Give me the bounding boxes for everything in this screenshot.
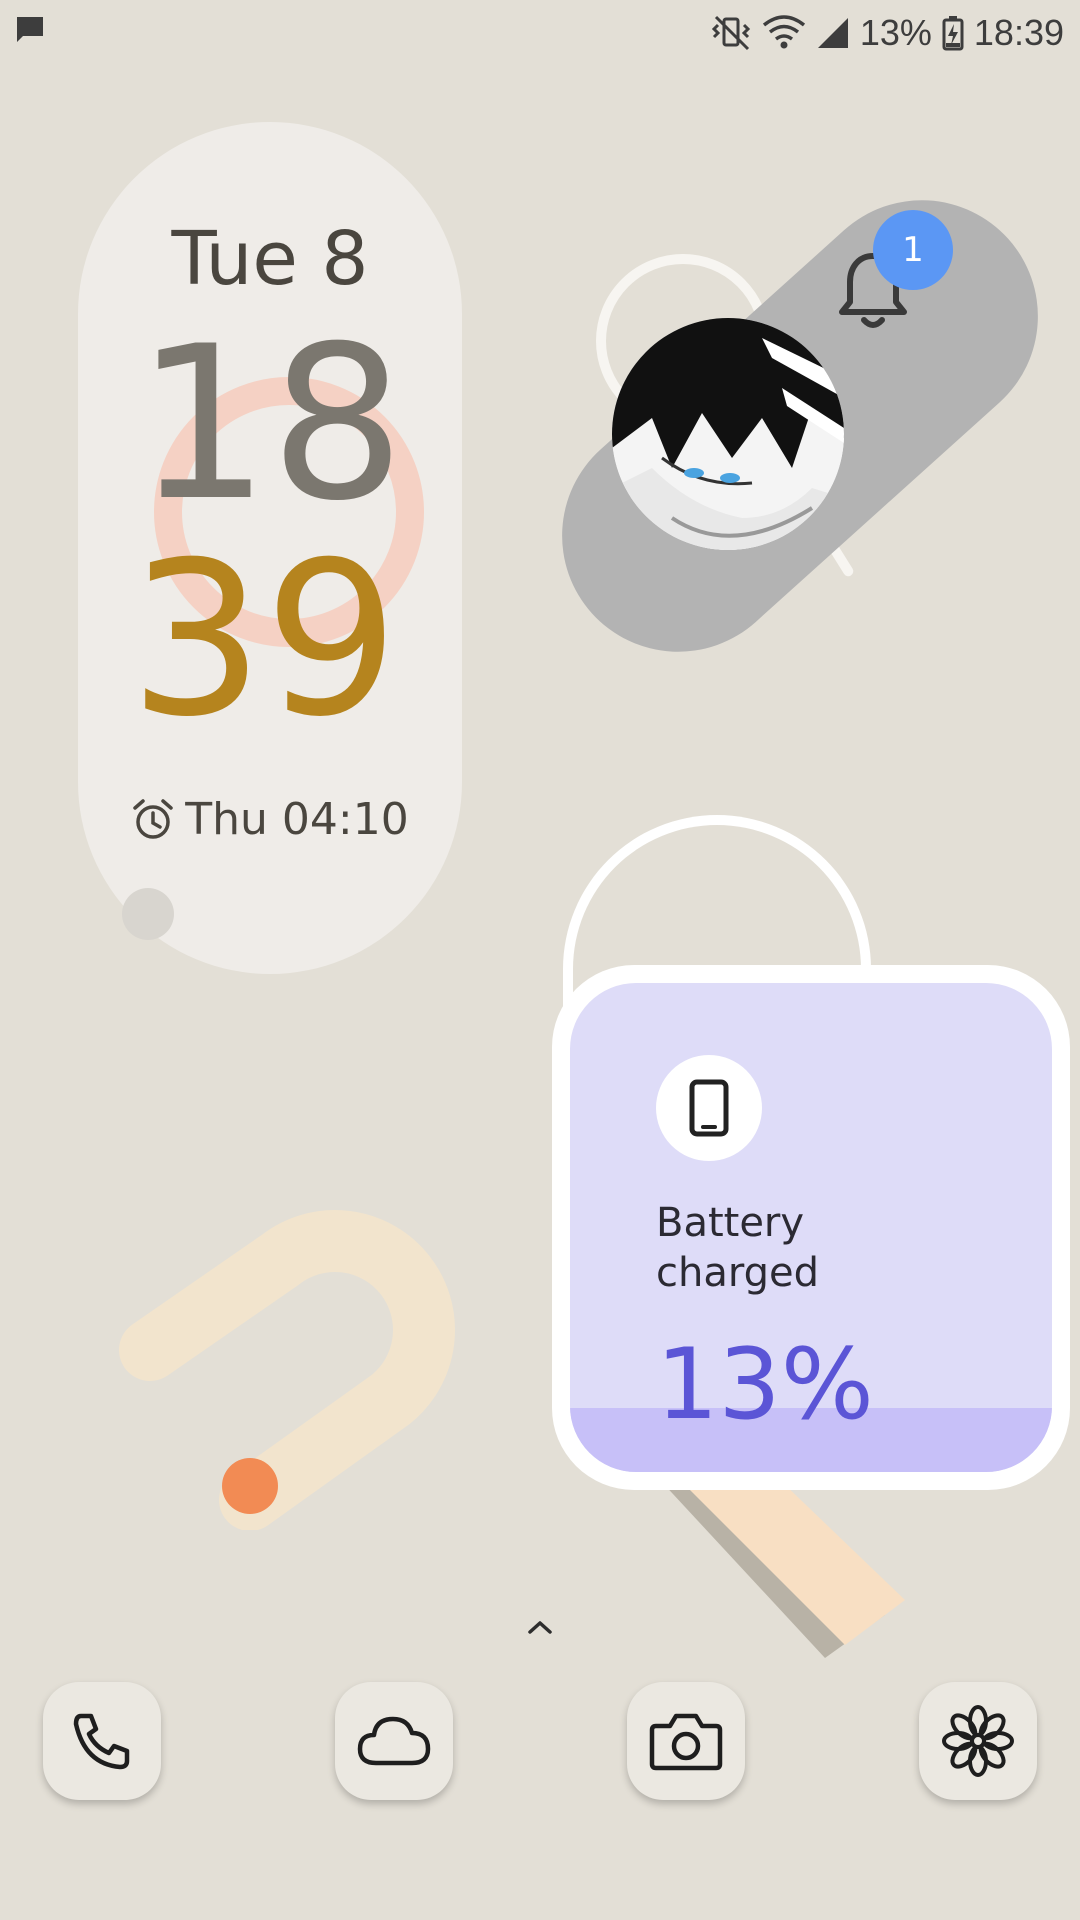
battery-status-line2: charged xyxy=(656,1250,819,1296)
alarm-time: Thu 04:10 xyxy=(185,794,409,845)
decorative-bar-shape xyxy=(660,1480,905,1658)
phone-icon xyxy=(689,1079,729,1137)
phone-handset-icon xyxy=(73,1713,130,1770)
camera-icon xyxy=(649,1713,723,1771)
clock-minute: 39 xyxy=(129,516,399,763)
next-alarm[interactable]: Thu 04:10 xyxy=(78,794,462,845)
vibrate-icon xyxy=(711,15,750,51)
dock-weather-app[interactable] xyxy=(335,1682,453,1800)
dock-flower-app[interactable] xyxy=(919,1682,1037,1800)
dock-camera-app[interactable] xyxy=(627,1682,745,1800)
wifi-icon xyxy=(762,15,805,49)
alarm-icon xyxy=(133,798,174,839)
battery-widget[interactable]: Battery charged 13% xyxy=(552,965,1070,1490)
home-screen: 13% 18:39 Tue 8 18 39 Thu 04:10 1 Batter… xyxy=(0,0,1080,1920)
battery-status-label: Battery charged xyxy=(656,1198,956,1298)
dock-phone-app[interactable] xyxy=(43,1682,161,1800)
decorative-u-shape xyxy=(119,1210,455,1530)
battery-device-badge xyxy=(656,1055,762,1161)
clock-hour: 18 xyxy=(135,300,405,547)
status-bar: 13% 18:39 xyxy=(0,0,1080,66)
status-icons: 13% 18:39 xyxy=(711,8,1064,58)
battery-status-line1: Battery xyxy=(656,1200,805,1246)
clock-widget[interactable]: Tue 8 18 39 Thu 04:10 xyxy=(78,122,462,974)
decorative-orange-dot xyxy=(222,1458,278,1514)
flower-icon xyxy=(942,1705,1014,1777)
chevron-up-icon[interactable] xyxy=(520,1612,560,1642)
status-time: 18:39 xyxy=(973,12,1064,53)
signal-icon xyxy=(817,18,848,48)
battery-percent: 13% xyxy=(656,1328,874,1442)
battery-charging-icon xyxy=(942,16,964,51)
clock-decorative-dot xyxy=(122,888,174,940)
battery-card: Battery charged 13% xyxy=(570,983,1052,1472)
notification-badge: 1 xyxy=(873,210,953,290)
status-battery-percent: 13% xyxy=(859,12,932,53)
contact-avatar[interactable] xyxy=(612,318,844,550)
cloud-icon xyxy=(357,1716,431,1766)
clock-date: Tue 8 xyxy=(171,216,369,302)
message-icon[interactable] xyxy=(14,14,46,50)
